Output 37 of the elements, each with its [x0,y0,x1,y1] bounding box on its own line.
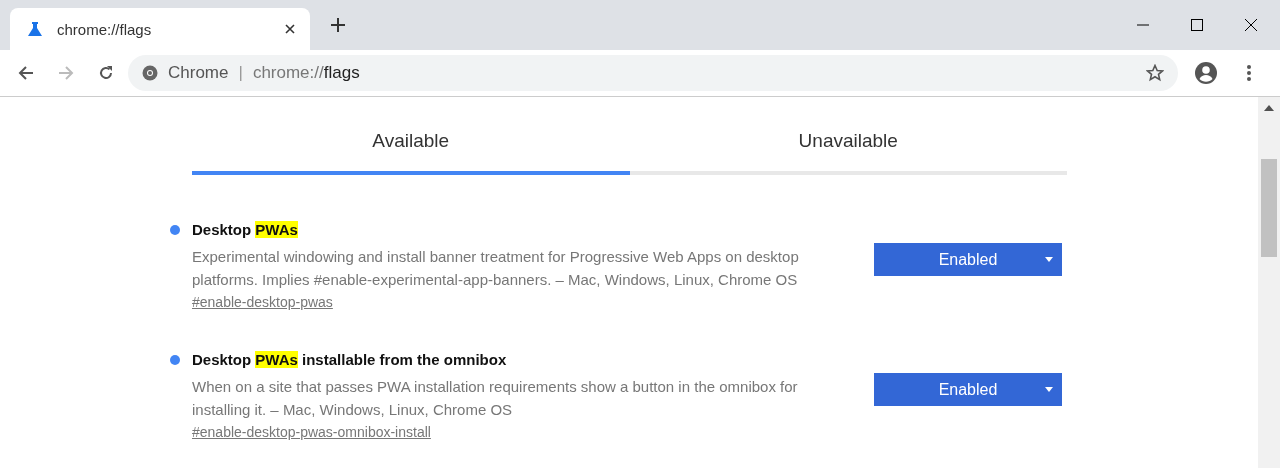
flag-link[interactable]: #enable-desktop-pwas-omnibox-install [192,424,431,440]
scrollbar-thumb[interactable] [1261,159,1277,257]
flag-title-text: PWAs [255,221,298,238]
scroll-up-icon[interactable] [1264,105,1274,111]
flag-title-text: Desktop [192,221,253,238]
close-icon[interactable] [1244,18,1258,32]
browser-tab[interactable]: chrome://flags [10,8,310,50]
maximize-icon[interactable] [1190,18,1204,32]
tab[interactable]: Unavailable [629,130,1067,175]
flag-link[interactable]: #enable-desktop-pwas [192,294,333,310]
star-icon[interactable] [1146,64,1164,82]
state-dropdown[interactable]: Enabled [874,243,1062,276]
status-dot [170,355,180,365]
menu-icon[interactable] [1247,65,1251,81]
close-icon[interactable] [284,23,296,35]
flag-title-text: Desktop [192,351,253,368]
flag-title-text: installable from the omnibox [301,351,507,368]
tab-title: chrome://flags [57,20,153,38]
separator: | [238,63,243,83]
chrome-icon [142,65,158,81]
flag-title-text: PWAs [255,351,298,368]
site-label: Chrome [168,63,229,83]
caret-icon [1045,257,1053,262]
tab[interactable]: Available [192,130,630,175]
caret-icon [1045,387,1053,392]
profile-icon[interactable] [1195,62,1217,84]
reload-icon[interactable] [98,65,114,81]
flag-description: When on a site that passes PWA installation requirements show a button in the omnibox for installing it. – Mac, Windows, Linux, Chrome OS [192,377,799,420]
state-dropdown[interactable]: Enabled [874,373,1062,406]
status-dot [170,225,180,235]
url-text: chrome://flags [252,63,360,83]
back-icon[interactable] [18,65,34,81]
new-tab-icon[interactable] [330,17,346,33]
scrollbar[interactable] [1258,97,1280,468]
flag-description: Experimental windowing and install banner treatment for Progressive Web Apps on desktop platforms. Implies #enable-experimental-app-banners. – Mac, Windows, Linux, Chrome OS [192,247,800,290]
address-bar[interactable]: Chrome | chrome://flags [128,55,1178,91]
flask-icon [27,21,43,37]
